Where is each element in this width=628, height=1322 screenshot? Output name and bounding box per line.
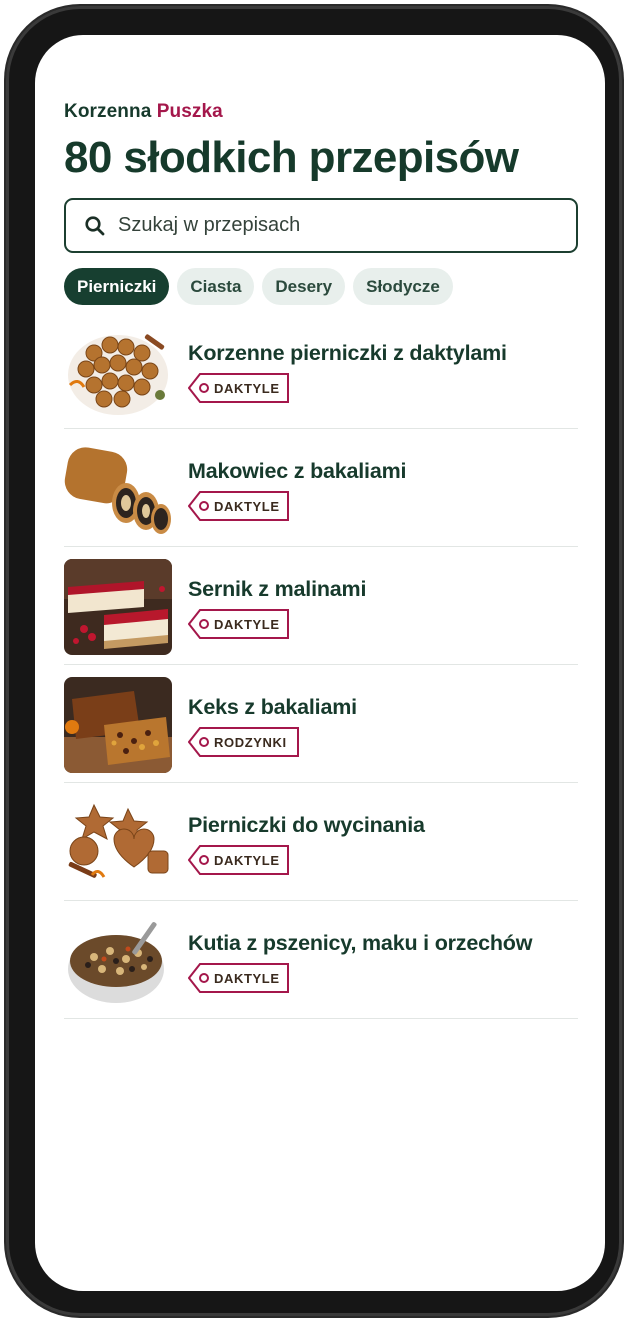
chip-slodycze[interactable]: Słodycze xyxy=(353,268,453,305)
category-chips: Pierniczki Ciasta Desery Słodycze xyxy=(64,268,453,305)
chip-pierniczki[interactable]: Pierniczki xyxy=(64,268,170,305)
recipe-list: Korzenne pierniczki z daktylami DAKTYLE xyxy=(64,311,578,1019)
recipe-thumbnail xyxy=(64,677,172,773)
ingredient-tag[interactable]: DAKTYLE xyxy=(188,491,292,521)
recipe-row[interactable]: Korzenne pierniczki z daktylami DAKTYLE xyxy=(64,311,578,429)
ingredient-tag[interactable]: DAKTYLE xyxy=(188,609,292,639)
recipe-title: Korzenne pierniczki z daktylami xyxy=(188,341,507,365)
tag-label: DAKTYLE xyxy=(214,970,280,986)
brand-name-first: Korzenna xyxy=(64,101,152,122)
app-screen: Korzenna Puszka 80 słodkich przepisów Pi… xyxy=(35,35,605,1291)
tag-label: RODZYNKI xyxy=(214,734,287,750)
ingredient-tag[interactable]: DAKTYLE xyxy=(188,845,292,875)
recipe-thumbnail xyxy=(64,323,172,419)
search-box[interactable] xyxy=(64,198,578,253)
search-input[interactable] xyxy=(118,214,576,237)
tag-label: DAKTYLE xyxy=(214,616,280,632)
page-title: 80 słodkich przepisów xyxy=(64,133,519,182)
tag-label: DAKTYLE xyxy=(214,852,280,868)
recipe-title: Kutia z pszenicy, maku i orzechów xyxy=(188,931,533,955)
ingredient-tag[interactable]: DAKTYLE xyxy=(188,373,292,403)
tag-label: DAKTYLE xyxy=(214,498,280,514)
recipe-row[interactable]: Keks z bakaliami RODZYNKI xyxy=(64,665,578,783)
recipe-thumbnail xyxy=(64,441,172,537)
search-icon xyxy=(84,215,106,237)
recipe-title: Makowiec z bakaliami xyxy=(188,459,407,483)
recipe-title: Pierniczki do wycinania xyxy=(188,813,425,837)
chip-desery[interactable]: Desery xyxy=(262,268,346,305)
ingredient-tag[interactable]: DAKTYLE xyxy=(188,963,292,993)
recipe-title: Sernik z malinami xyxy=(188,577,367,601)
brand-logo[interactable]: Korzenna Puszka xyxy=(64,101,223,123)
recipe-title: Keks z bakaliami xyxy=(188,695,357,719)
recipe-thumbnail xyxy=(64,795,172,891)
phone-frame: Korzenna Puszka 80 słodkich przepisów Pi… xyxy=(6,6,622,1316)
ingredient-tag[interactable]: RODZYNKI xyxy=(188,727,299,757)
recipe-row[interactable]: Kutia z pszenicy, maku i orzechów DAKTYL… xyxy=(64,901,578,1019)
chip-ciasta[interactable]: Ciasta xyxy=(177,268,255,305)
recipe-thumbnail xyxy=(64,913,172,1009)
recipe-thumbnail xyxy=(64,559,172,655)
recipe-row[interactable]: Makowiec z bakaliami DAKTYLE xyxy=(64,429,578,547)
tag-label: DAKTYLE xyxy=(214,380,280,396)
brand-name-second: Puszka xyxy=(156,101,223,122)
recipe-row[interactable]: Sernik z malinami DAKTYLE xyxy=(64,547,578,665)
recipe-row[interactable]: Pierniczki do wycinania DAKTYLE xyxy=(64,783,578,901)
